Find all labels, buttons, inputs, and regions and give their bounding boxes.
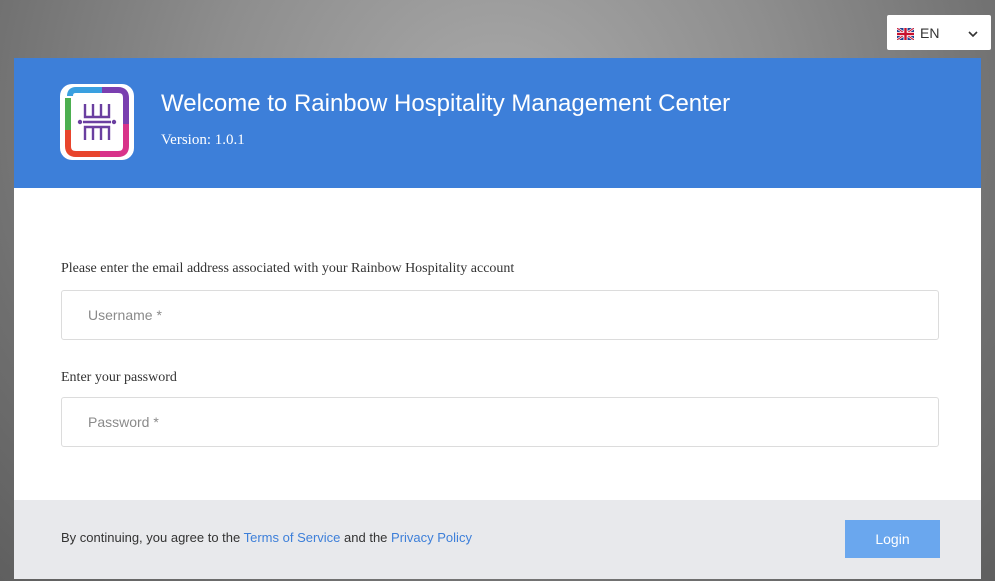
login-form: Please enter the email address associate… [14, 188, 981, 500]
rainbow-hospitality-logo [60, 84, 134, 160]
agree-prefix: By continuing, you agree to the [61, 530, 244, 545]
password-input[interactable] [61, 397, 939, 447]
login-card: Welcome to Rainbow Hospitality Managemen… [14, 58, 981, 579]
username-prompt: Please enter the email address associate… [61, 261, 515, 276]
uk-flag-icon [896, 26, 915, 41]
chevron-down-icon [967, 27, 979, 39]
login-button[interactable]: Login [845, 520, 940, 558]
header-banner: Welcome to Rainbow Hospitality Managemen… [14, 58, 981, 188]
terms-of-service-link[interactable]: Terms of Service [244, 530, 341, 545]
footer-bar: By continuing, you agree to the Terms of… [14, 500, 981, 579]
version-label: Version: 1.0.1 [161, 132, 245, 148]
language-code: EN [920, 24, 940, 41]
terms-agreement: By continuing, you agree to the Terms of… [61, 530, 472, 545]
agree-middle: and the [340, 530, 392, 545]
username-input[interactable] [61, 290, 939, 340]
page-title: Welcome to Rainbow Hospitality Managemen… [161, 90, 731, 117]
language-selector[interactable]: EN [887, 15, 991, 50]
privacy-policy-link[interactable]: Privacy Policy [391, 530, 472, 545]
password-prompt: Enter your password [61, 370, 177, 385]
